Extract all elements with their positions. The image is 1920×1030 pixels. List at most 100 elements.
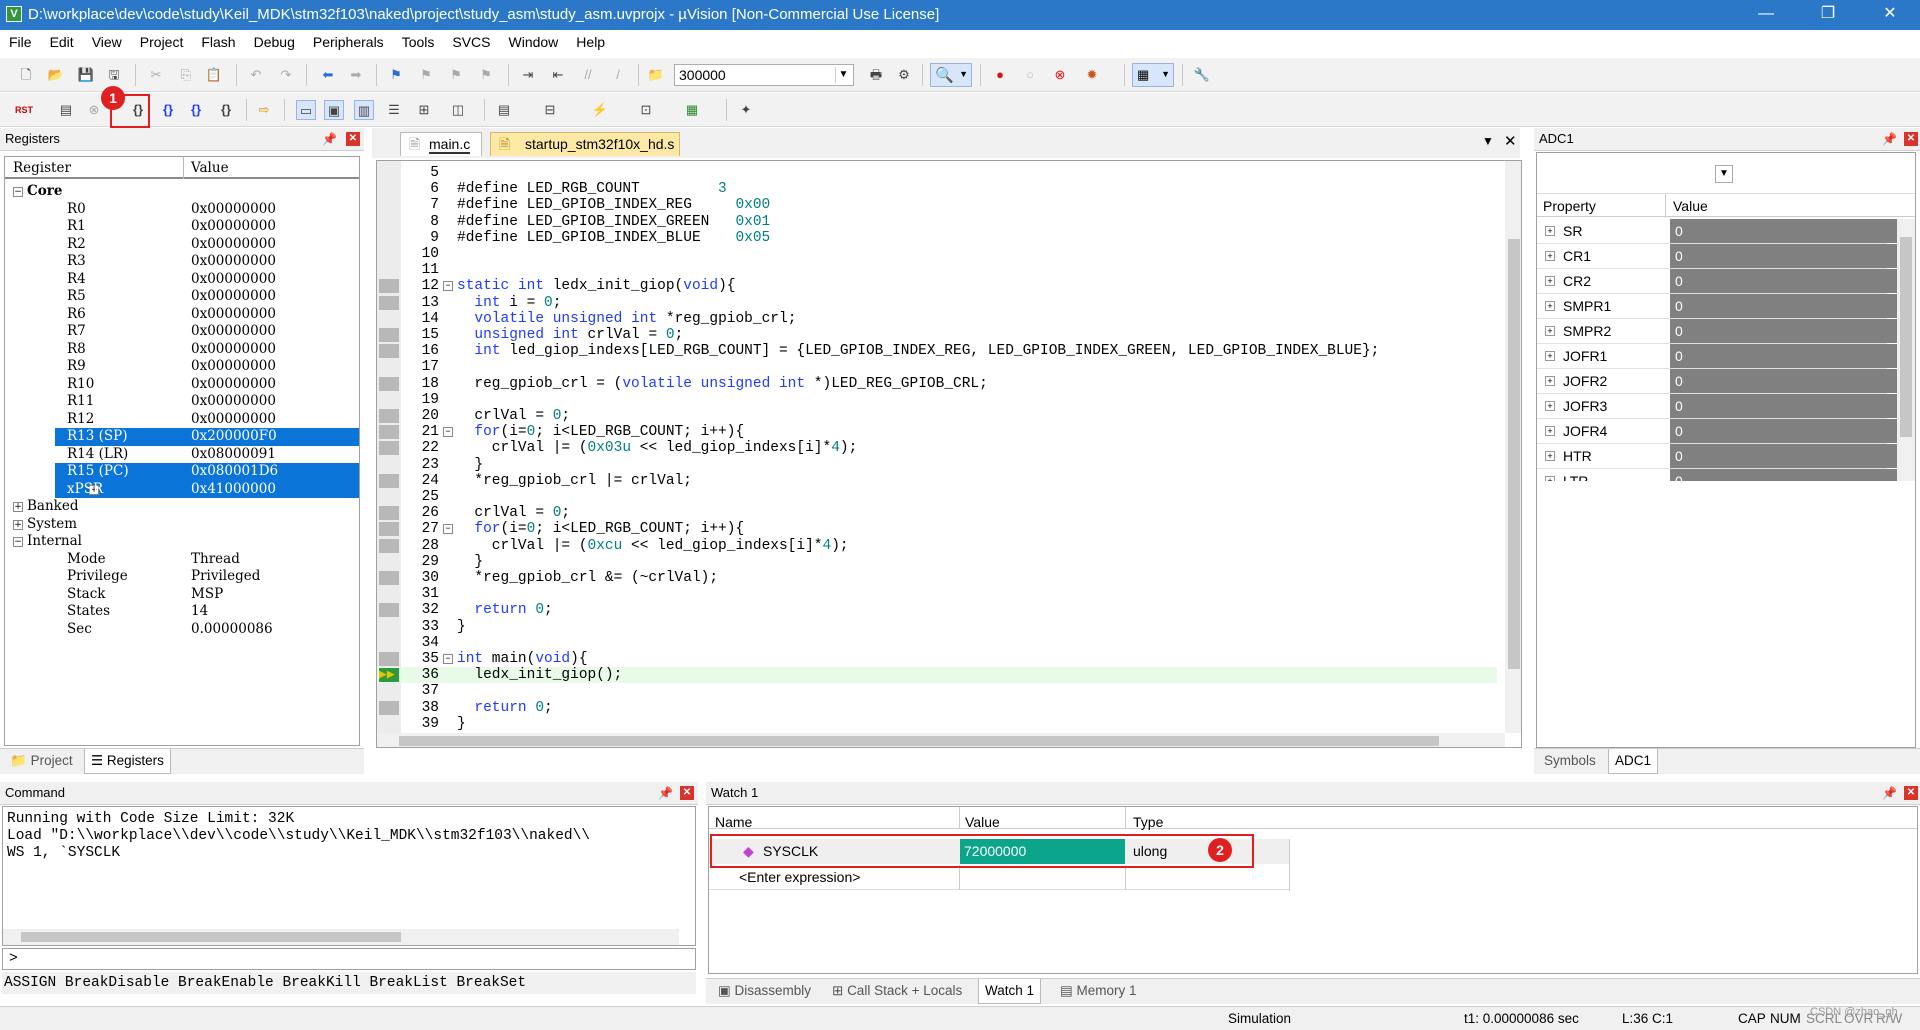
adc-register-value[interactable]: 0 (1670, 244, 1897, 268)
code-line[interactable]: 28 crlVal |= (0xcu << led_giop_indexs[i]… (377, 538, 1497, 554)
register-row[interactable]: R0 0x00000000 (5, 201, 359, 219)
enable-breakpoint-icon[interactable]: ○ (1020, 65, 1040, 85)
code-line[interactable]: 20 crlVal = 0; (377, 408, 1497, 424)
menu-project[interactable]: Project (131, 30, 193, 54)
bookmark-icon[interactable]: ⚑ (386, 65, 406, 85)
menu-peripherals[interactable]: Peripherals (304, 30, 393, 54)
editor-vscrollbar[interactable] (1505, 161, 1521, 733)
step-out-icon[interactable]: {} (186, 100, 206, 120)
new-file-icon[interactable]: 🗋 (16, 65, 36, 85)
trace-window-icon[interactable]: ⊡ (636, 100, 656, 120)
adc-register-value[interactable]: 0 (1670, 469, 1897, 481)
code-line[interactable]: 27− for(i=0; i<LED_RGB_COUNT; i++){ (377, 521, 1497, 537)
expand-icon[interactable]: + (1545, 326, 1555, 336)
code-line[interactable]: ▶▶ 36 ledx_init_giop(); (377, 667, 1497, 684)
pin-icon[interactable]: 📌 (1882, 132, 1897, 146)
adc-register-value[interactable]: 0 (1670, 269, 1897, 293)
register-row[interactable]: R15 (PC) 0x080001D6 (55, 463, 359, 481)
expand-icon[interactable]: + (1545, 401, 1555, 411)
fold-icon[interactable]: − (443, 524, 453, 535)
expand-icon[interactable]: + (13, 519, 23, 530)
code-line[interactable]: 30 *reg_gpiob_crl &= (~crlVal); (377, 570, 1497, 586)
close-button[interactable]: ✕ (1862, 0, 1918, 30)
menu-debug[interactable]: Debug (245, 30, 304, 54)
collapse-icon[interactable]: − (13, 187, 23, 197)
menu-svcs[interactable]: SVCS (443, 30, 499, 54)
uncomment-icon[interactable]: / (608, 65, 628, 85)
register-row[interactable]: R1 0x00000000 (5, 218, 359, 236)
adc-register-row[interactable]: + JOFR3 0 (1537, 394, 1897, 419)
call-stack-window-icon[interactable]: ⊞ (414, 100, 434, 120)
tab-registers[interactable]: ☰ Registers (84, 749, 171, 774)
print-icon[interactable]: 🖶 (866, 65, 886, 85)
next-bookmark-icon[interactable]: ⚑ (446, 65, 466, 85)
debug-session-button[interactable]: 🔍 ▼ (930, 63, 972, 87)
code-line[interactable]: 16 int led_giop_indexs[LED_RGB_COUNT] = … (377, 343, 1497, 359)
watch-row-enter-expression[interactable]: <Enter expression> (709, 865, 1289, 890)
register-row[interactable]: Stack MSP (5, 586, 359, 604)
navigate-forward-icon[interactable]: ➡ (346, 65, 366, 85)
register-row[interactable]: R11 0x00000000 (5, 393, 359, 411)
tab-disassembly[interactable]: ▣ Disassembly (712, 979, 817, 1003)
code-line[interactable]: 29 } (377, 554, 1497, 570)
code-line[interactable]: 22 crlVal |= (0x03u << led_giop_indexs[i… (377, 440, 1497, 456)
stop-icon[interactable]: ⊗ (84, 100, 104, 120)
close-icon[interactable]: ✕ (680, 786, 694, 800)
watch-window-icon[interactable]: ◫ (448, 100, 468, 120)
expand-icon[interactable]: + (1545, 451, 1555, 461)
register-row[interactable]: R2 0x00000000 (5, 236, 359, 254)
register-row[interactable]: R6 0x00000000 (5, 306, 359, 324)
code-line[interactable]: 35− int main(void){ (377, 651, 1497, 667)
expand-icon[interactable]: + (1545, 426, 1555, 436)
adc-register-row[interactable]: + CR2 0 (1537, 269, 1897, 294)
unindent-icon[interactable]: ⇤ (548, 65, 568, 85)
register-row[interactable]: R5 0x00000000 (5, 288, 359, 306)
adc-register-row[interactable]: + JOFR2 0 (1537, 369, 1897, 394)
adc-register-value[interactable]: 0 (1670, 369, 1897, 393)
tab-main-c[interactable]: 🗎 main.c (400, 132, 482, 156)
code-line[interactable]: 6 #define LED_RGB_COUNT 3 (377, 181, 1497, 197)
register-row[interactable]: R4 0x00000000 (5, 271, 359, 289)
prev-bookmark-icon[interactable]: ⚑ (416, 65, 436, 85)
memory-window-icon[interactable]: ▤ (494, 100, 514, 120)
expand-icon[interactable]: + (13, 502, 23, 512)
adc-register-row[interactable]: + HTR 0 (1537, 444, 1897, 469)
cut-icon[interactable]: ✂ (146, 65, 166, 85)
wrench-icon[interactable]: 🔧 (1192, 65, 1212, 85)
code-line[interactable]: 7 #define LED_GPIOB_INDEX_REG 0x00 (377, 197, 1497, 213)
register-row[interactable]: R8 0x00000000 (5, 341, 359, 359)
minimize-button[interactable]: — (1738, 0, 1794, 30)
code-line[interactable]: 25 (377, 489, 1497, 505)
register-row[interactable]: − Core (5, 183, 359, 201)
fold-icon[interactable]: − (443, 281, 453, 292)
menu-help[interactable]: Help (567, 30, 614, 54)
reset-icon[interactable]: RST (14, 100, 34, 120)
code-line[interactable]: 17 (377, 359, 1497, 375)
adc-register-value[interactable]: 0 (1670, 344, 1897, 368)
adc-register-row[interactable]: + CR1 0 (1537, 244, 1897, 269)
register-row[interactable]: + System (5, 516, 359, 534)
code-line[interactable]: 19 (377, 392, 1497, 408)
code-line[interactable]: 8 #define LED_GPIOB_INDEX_GREEN 0x01 (377, 214, 1497, 230)
code-line[interactable]: 15 unsigned int crlVal = 0; (377, 327, 1497, 343)
code-line[interactable]: 12− static int ledx_init_giop(void){ (377, 278, 1497, 294)
code-line[interactable]: 34 (377, 635, 1497, 651)
menu-flash[interactable]: Flash (192, 30, 244, 54)
pin-icon[interactable]: 📌 (322, 132, 337, 146)
tab-list-chevron-icon[interactable]: ▼ (1482, 134, 1494, 148)
code-line[interactable]: 39} (377, 716, 1497, 732)
menu-file[interactable]: File (0, 30, 41, 54)
comment-icon[interactable]: // (578, 65, 598, 85)
code-line[interactable]: 21− for(i=0; i<LED_RGB_COUNT; i++){ (377, 424, 1497, 440)
expand-icon[interactable]: + (1545, 351, 1555, 361)
close-icon[interactable]: ✕ (346, 132, 360, 146)
adc-combo-chevron-icon[interactable]: ▼ (1715, 165, 1733, 183)
adc-register-value[interactable]: 0 (1670, 219, 1897, 243)
serial-window-icon[interactable]: ⊟ (540, 100, 560, 120)
adc-register-value[interactable]: 0 (1670, 419, 1897, 443)
copy-icon[interactable]: ⎘ (176, 65, 196, 85)
open-file-icon[interactable]: 📂 (46, 65, 66, 85)
command-hscrollbar[interactable] (3, 929, 679, 945)
step-over-icon[interactable]: {} (158, 100, 178, 120)
register-row[interactable]: R9 0x00000000 (5, 358, 359, 376)
